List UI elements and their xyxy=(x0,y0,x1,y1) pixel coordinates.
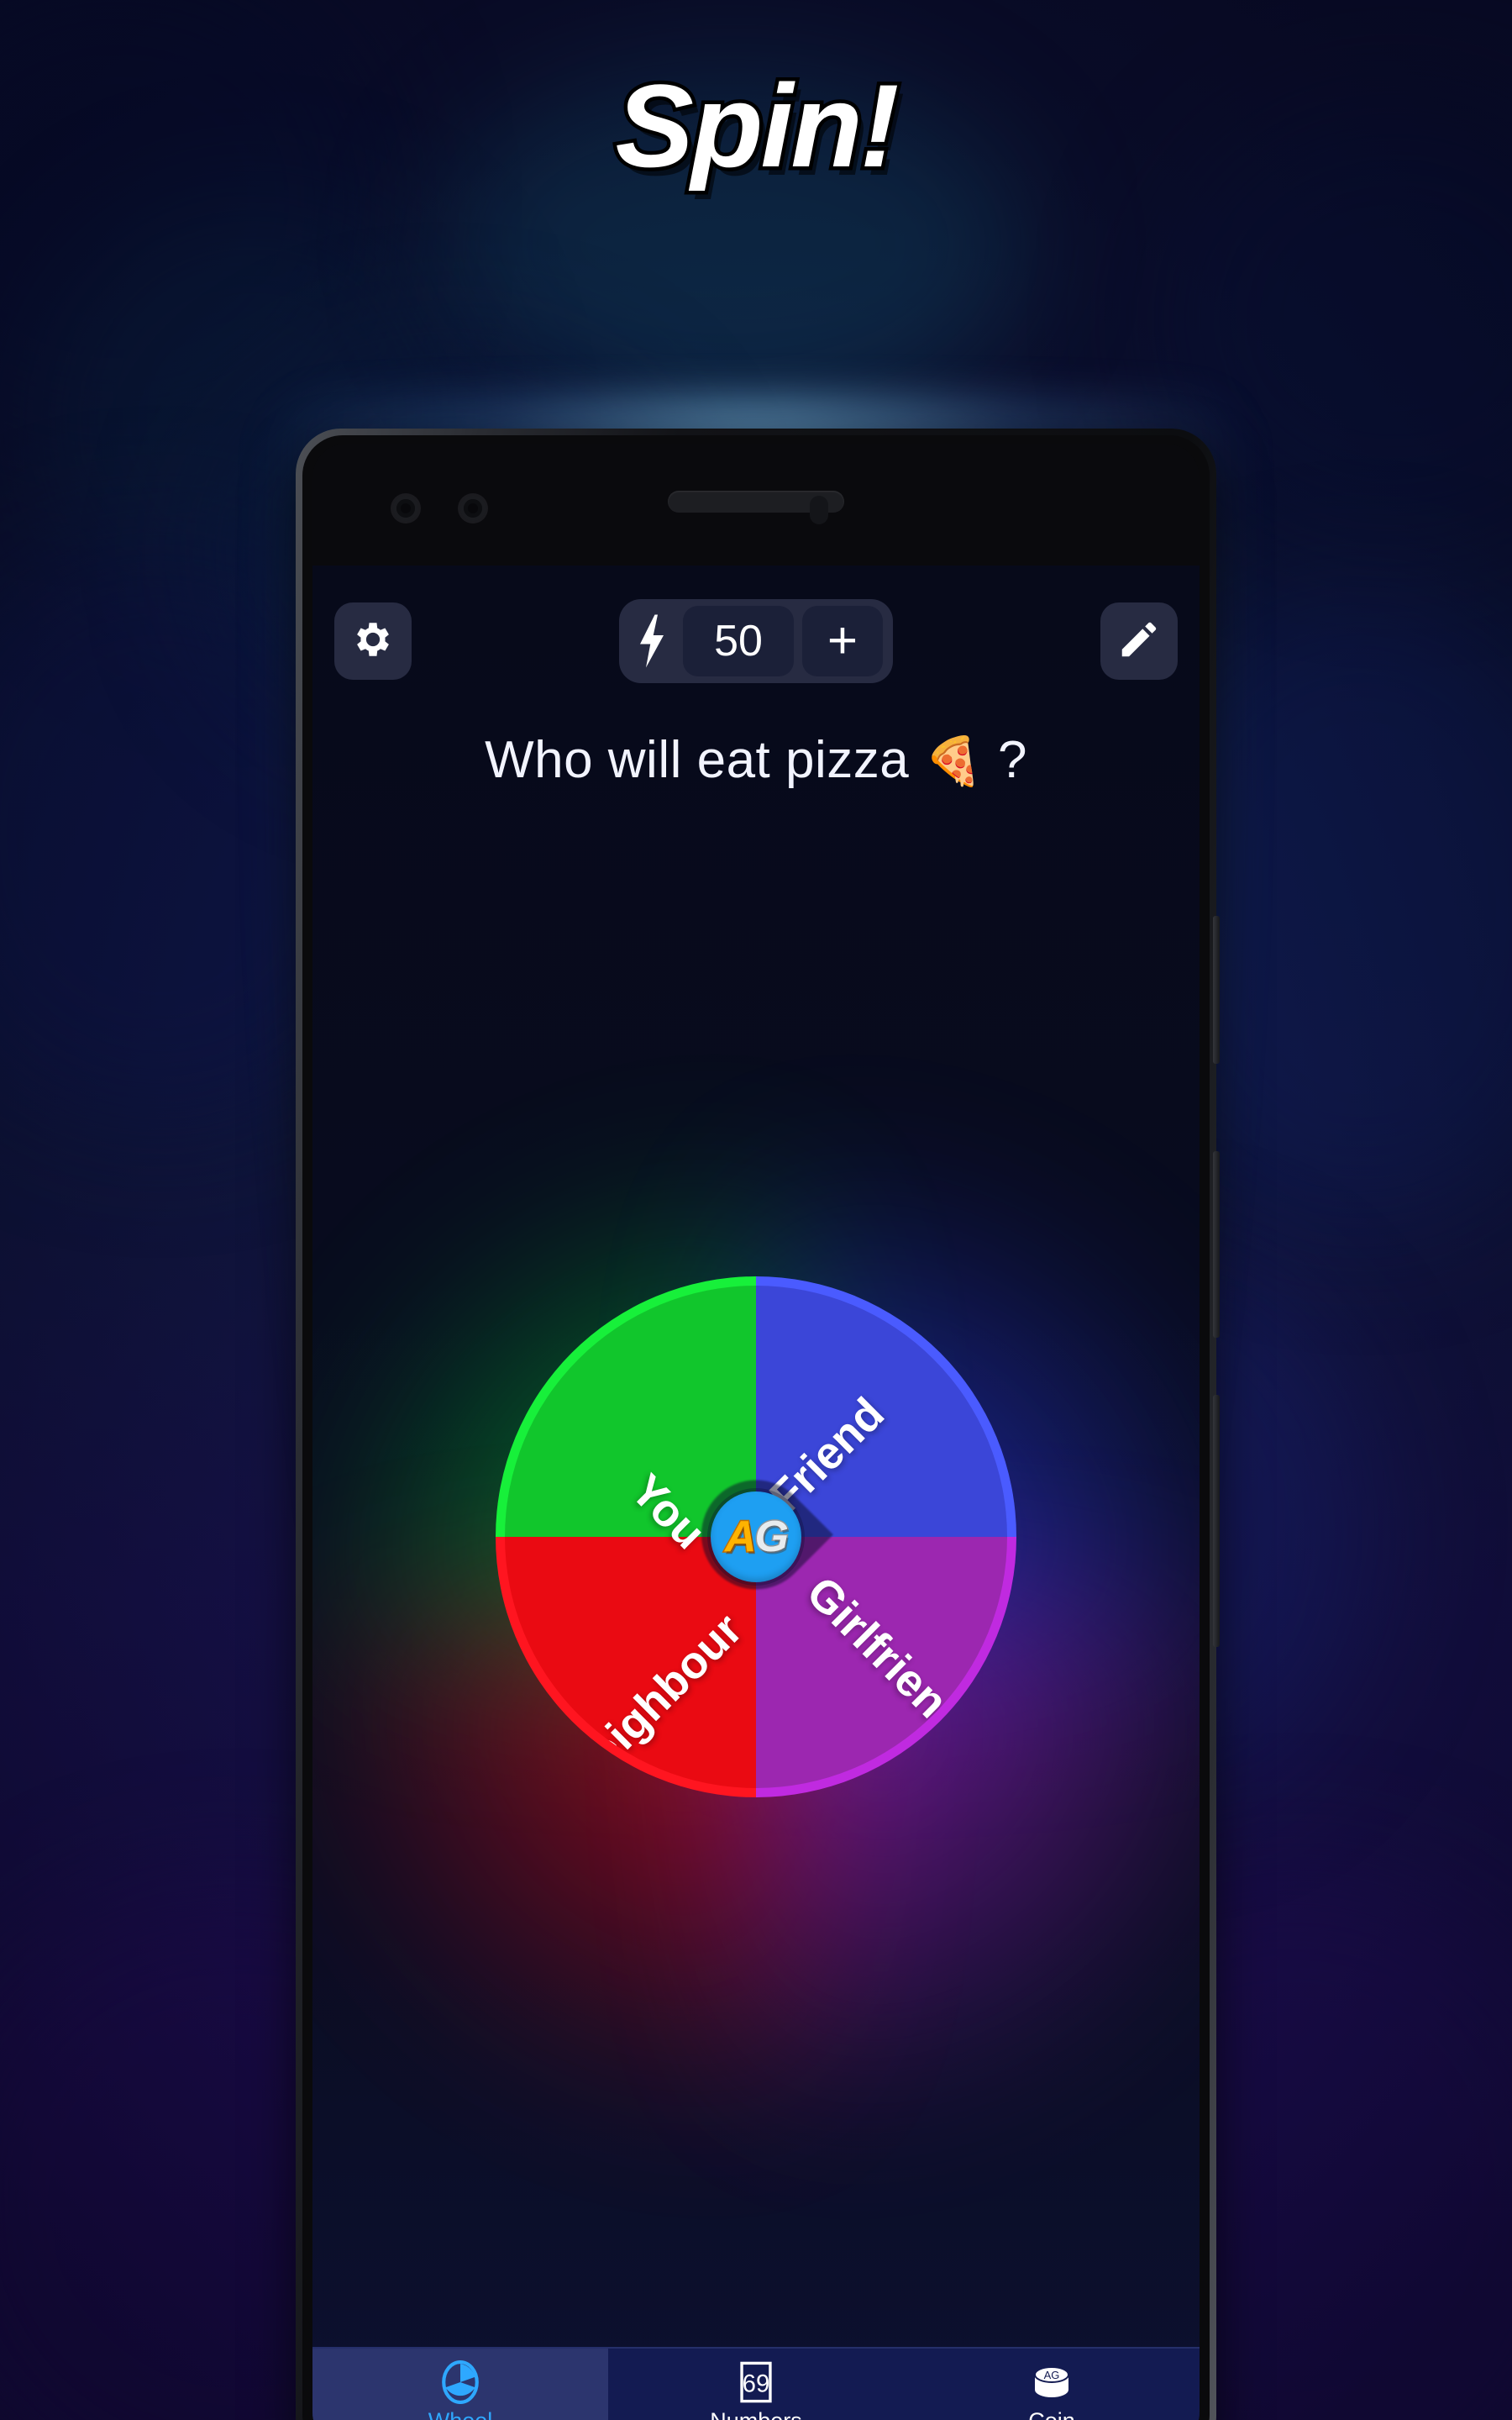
question-suffix: ? xyxy=(997,731,1027,789)
nav-label-numbers: Numbers xyxy=(710,2408,802,2420)
pencil-icon xyxy=(1116,617,1162,666)
spin-wheel[interactable]: Friend Girlfriend Neighbour You AG xyxy=(496,1276,1016,1797)
nav-label-wheel: Wheel xyxy=(428,2408,493,2420)
question-text: Who will eat pizza 🍕 ? xyxy=(312,730,1200,790)
phone-body: 50 + Who will eat pizza 🍕 ? Friend Girlf… xyxy=(302,435,1210,2420)
nav-item-numbers[interactable]: 69 Numbers xyxy=(608,2349,904,2420)
wheel-logo-badge[interactable]: AG xyxy=(711,1491,801,1582)
settings-button[interactable] xyxy=(334,602,412,680)
edit-button[interactable] xyxy=(1100,602,1178,680)
wheel-center-hub[interactable]: AG xyxy=(679,1457,833,1612)
question-label: Who will eat pizza xyxy=(485,731,910,789)
bottom-navigation: Wheel 69 Numbers xyxy=(312,2347,1200,2420)
svg-text:69: 69 xyxy=(743,2370,770,2397)
proximity-sensor-icon xyxy=(810,496,828,524)
nav-label-coin: Coin xyxy=(1028,2408,1075,2420)
logo-letter-g: G xyxy=(753,1512,790,1561)
phone-mockup: 50 + Who will eat pizza 🍕 ? Friend Girlf… xyxy=(257,395,1255,2420)
phone-bezel-top xyxy=(312,444,1200,566)
energy-value[interactable]: 50 xyxy=(683,606,794,676)
add-energy-button[interactable]: + xyxy=(802,606,883,676)
app-toolbar: 50 + xyxy=(312,591,1200,692)
wheel-icon xyxy=(441,2360,480,2404)
app-screen: 50 + Who will eat pizza 🍕 ? Friend Girlf… xyxy=(312,566,1200,2420)
page-title: Spin! xyxy=(612,60,903,192)
nav-item-coin[interactable]: AG Coin xyxy=(904,2349,1200,2420)
gear-icon xyxy=(350,617,396,666)
svg-text:AG: AG xyxy=(1044,2369,1060,2381)
phone-side-button[interactable] xyxy=(1213,916,1220,1064)
dice-69-icon: 69 xyxy=(738,2360,774,2404)
phone-side-button[interactable] xyxy=(1213,1151,1220,1338)
front-camera-icon xyxy=(393,496,418,521)
lightning-bolt-icon xyxy=(629,614,675,668)
wheel-label-neighbour: Neighbour xyxy=(555,1603,753,1788)
coin-ag-icon: AG xyxy=(1027,2360,1076,2404)
energy-control: 50 + xyxy=(619,599,893,683)
logo-letter-a: A xyxy=(724,1512,759,1561)
pizza-emoji-icon: 🍕 xyxy=(923,734,984,787)
nav-item-wheel[interactable]: Wheel xyxy=(312,2349,608,2420)
front-camera-icon xyxy=(460,496,486,521)
phone-side-button[interactable] xyxy=(1213,1395,1220,1647)
